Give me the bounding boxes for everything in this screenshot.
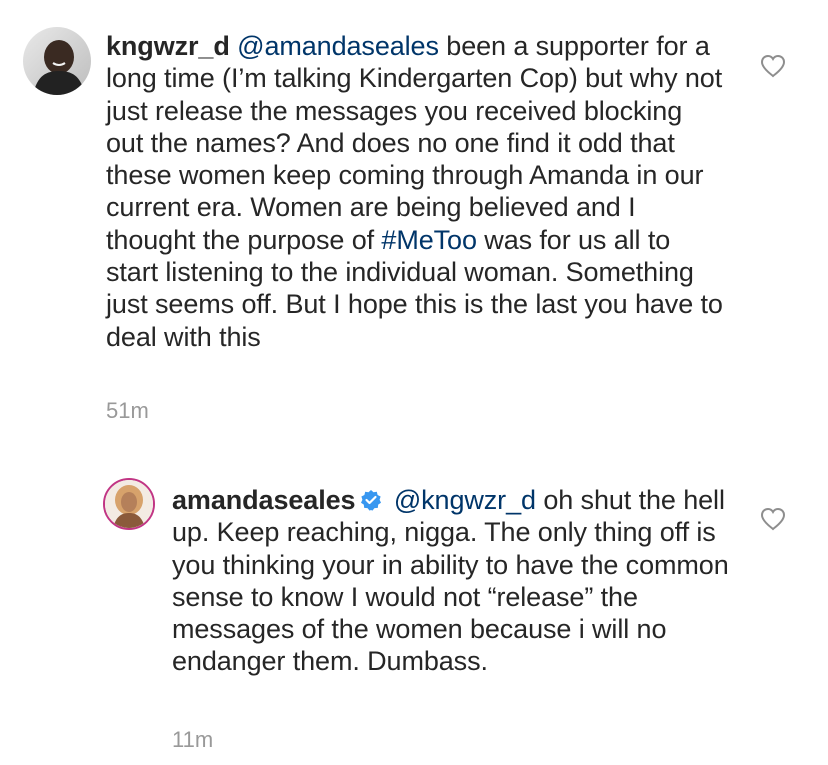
comment-body: amandaseales @kngwzr_d oh shut the hell … xyxy=(172,484,732,678)
like-button[interactable] xyxy=(760,54,786,78)
avatar-kngwzr-d[interactable] xyxy=(23,27,91,95)
comment-username[interactable]: kngwzr_d xyxy=(106,31,230,61)
comment-timestamp: 11m xyxy=(172,727,214,752)
avatar-photo-icon xyxy=(23,27,91,95)
comment-timestamp: 51m xyxy=(106,398,149,423)
comment-text-part-1: been a supporter for a long time (I’m ta… xyxy=(106,31,730,255)
comment-mention[interactable]: @amandaseales xyxy=(237,31,439,61)
like-button[interactable] xyxy=(760,507,786,531)
comment-username[interactable]: amandaseales xyxy=(172,485,356,515)
heart-outline-icon xyxy=(760,54,786,78)
verified-badge-icon xyxy=(360,486,382,511)
comment-kngwzr-d: kngwzr_d @amandaseales been a supporter … xyxy=(0,0,828,440)
avatar-photo-icon xyxy=(105,480,153,528)
comment-mention[interactable]: @kngwzr_d xyxy=(394,485,536,515)
comment-amandaseales: amandaseales @kngwzr_d oh shut the hell … xyxy=(0,440,828,765)
avatar-amandaseales[interactable] xyxy=(103,478,155,530)
heart-outline-icon xyxy=(760,507,786,531)
comment-hashtag[interactable]: #MeToo xyxy=(381,225,477,255)
comment-body: kngwzr_d @amandaseales been a supporter … xyxy=(106,30,726,353)
